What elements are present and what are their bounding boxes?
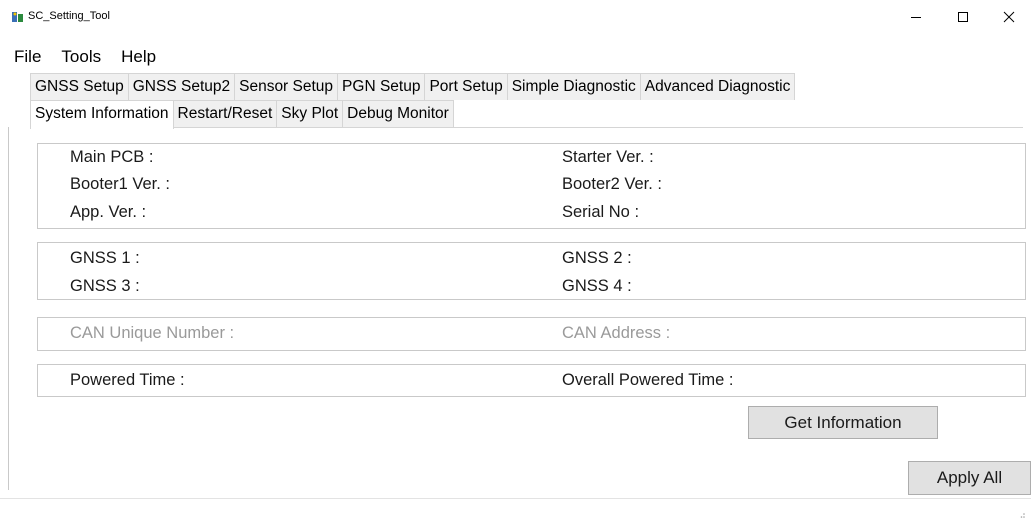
gnss1-label: GNSS 1 :	[70, 249, 140, 267]
tab-sensor-setup[interactable]: Sensor Setup	[234, 73, 339, 100]
menu-bar: File Tools Help	[0, 44, 164, 70]
tab-system-information[interactable]: System Information	[30, 100, 174, 129]
app-ver-label: App. Ver. :	[70, 203, 147, 221]
tab-gnss-setup2[interactable]: GNSS Setup2	[127, 73, 236, 100]
window-title: SC_Setting_Tool	[28, 10, 110, 22]
tab-advanced-diagnostic[interactable]: Advanced Diagnostic	[639, 73, 796, 100]
can-info-group: CAN Unique Number : CAN Address :	[37, 317, 1026, 351]
tab-sky-plot[interactable]: Sky Plot	[276, 100, 344, 127]
can-unique-number-label: CAN Unique Number :	[70, 324, 235, 342]
maximize-button[interactable]	[940, 0, 986, 34]
main-pcb-label: Main PCB :	[70, 148, 154, 166]
close-icon	[1003, 11, 1015, 23]
status-bar-divider	[0, 498, 1031, 499]
booter2-ver-label: Booter2 Ver. :	[562, 175, 662, 193]
can-address-label: CAN Address :	[562, 324, 671, 342]
power-info-group: Powered Time : Overall Powered Time :	[37, 364, 1026, 397]
window-border	[8, 127, 9, 490]
serial-no-label: Serial No :	[562, 203, 640, 221]
menu-help[interactable]: Help	[109, 47, 164, 67]
tab-port-setup[interactable]: Port Setup	[424, 73, 508, 100]
tab-row-top: GNSS Setup GNSS Setup2 Sensor Setup PGN …	[30, 73, 796, 100]
starter-ver-label: Starter Ver. :	[562, 148, 654, 166]
menu-file[interactable]: File	[0, 47, 49, 67]
title-bar: SC_Setting_Tool	[0, 0, 1031, 34]
apply-all-button[interactable]: Apply All	[908, 461, 1031, 495]
gnss3-label: GNSS 3 :	[70, 277, 140, 295]
gnss-info-group: GNSS 1 : GNSS 2 : GNSS 3 : GNSS 4 :	[37, 242, 1026, 300]
overall-powered-time-label: Overall Powered Time :	[562, 371, 734, 389]
minimize-icon	[911, 17, 921, 18]
minimize-button[interactable]	[893, 0, 939, 34]
app-icon	[12, 12, 23, 22]
tab-restart-reset[interactable]: Restart/Reset	[172, 100, 278, 127]
menu-tools[interactable]: Tools	[49, 47, 109, 67]
version-info-group: Main PCB : Starter Ver. : Booter1 Ver. :…	[37, 143, 1026, 229]
gnss4-label: GNSS 4 :	[562, 277, 632, 295]
powered-time-label: Powered Time :	[70, 371, 185, 389]
maximize-icon	[958, 12, 968, 22]
resize-grip-icon[interactable]	[1020, 512, 1026, 520]
get-information-button[interactable]: Get Information	[748, 406, 938, 439]
tab-row-bottom: System Information Restart/Reset Sky Plo…	[30, 100, 454, 129]
tab-pgn-setup[interactable]: PGN Setup	[337, 73, 426, 100]
tab-debug-monitor[interactable]: Debug Monitor	[342, 100, 454, 127]
gnss2-label: GNSS 2 :	[562, 249, 632, 267]
tab-gnss-setup[interactable]: GNSS Setup	[30, 73, 129, 100]
tab-simple-diagnostic[interactable]: Simple Diagnostic	[506, 73, 641, 100]
close-button[interactable]	[986, 0, 1031, 34]
booter1-ver-label: Booter1 Ver. :	[70, 175, 170, 193]
